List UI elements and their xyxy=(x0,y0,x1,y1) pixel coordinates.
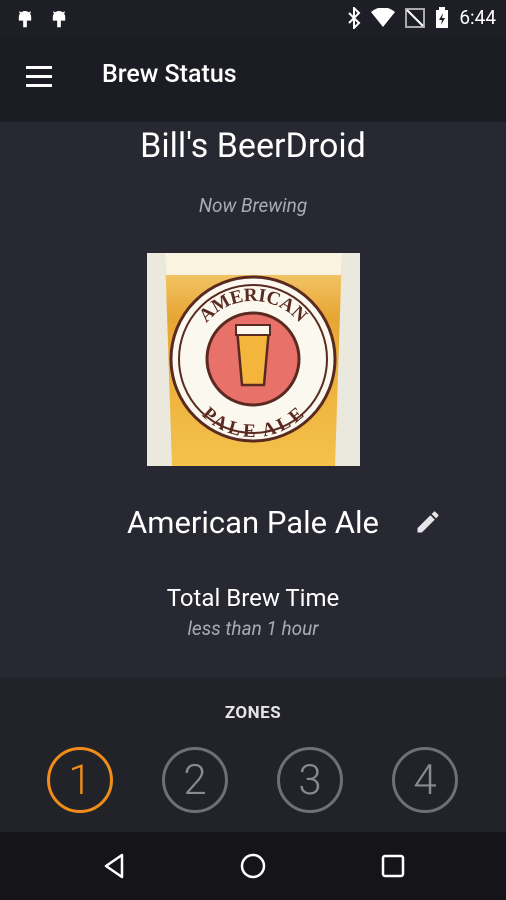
menu-icon[interactable] xyxy=(26,66,54,88)
total-brew-time-label: Total Brew Time xyxy=(166,584,340,612)
page-title: Brew Status xyxy=(102,60,237,89)
system-nav-bar xyxy=(0,832,506,900)
app-toolbar: Brew Status xyxy=(0,36,506,122)
beer-name: American Pale Ale xyxy=(127,504,379,541)
system-icons: 6:44 xyxy=(347,6,496,29)
clock: 6:44 xyxy=(459,6,496,29)
status-bar: 6:44 xyxy=(0,0,506,36)
no-signal-icon xyxy=(405,7,426,28)
total-brew-time-value: less than 1 hour xyxy=(187,617,319,640)
zones-title: ZONES xyxy=(224,703,282,723)
bluetooth-icon xyxy=(348,6,361,29)
zone-1-button[interactable]: 1 xyxy=(47,747,113,813)
now-brewing-label: Now Brewing xyxy=(198,194,308,217)
zone-3-button[interactable]: 3 xyxy=(277,747,343,813)
wifi-icon xyxy=(371,7,396,27)
pale-ale-logo: AMERICAN PALE ALE xyxy=(147,253,360,466)
battery-charging-icon xyxy=(436,6,449,28)
home-icon[interactable] xyxy=(237,850,269,882)
brew-status-panel: Bill's BeerDroid Now Brewing AMERICAN PA… xyxy=(0,122,506,677)
brewer-name: Bill's BeerDroid xyxy=(140,126,366,166)
zone-4-button[interactable]: 4 xyxy=(392,747,458,813)
zone-2-button[interactable]: 2 xyxy=(162,747,228,813)
android-icon xyxy=(52,11,66,28)
edit-pencil-icon[interactable] xyxy=(414,508,442,536)
beer-image: AMERICAN PALE ALE xyxy=(147,253,360,466)
zones-panel: ZONES 1 2 3 4 xyxy=(0,677,506,832)
recents-icon[interactable] xyxy=(377,850,409,882)
notification-icons xyxy=(14,8,70,30)
back-icon[interactable] xyxy=(98,850,130,882)
android-icon xyxy=(18,11,32,28)
